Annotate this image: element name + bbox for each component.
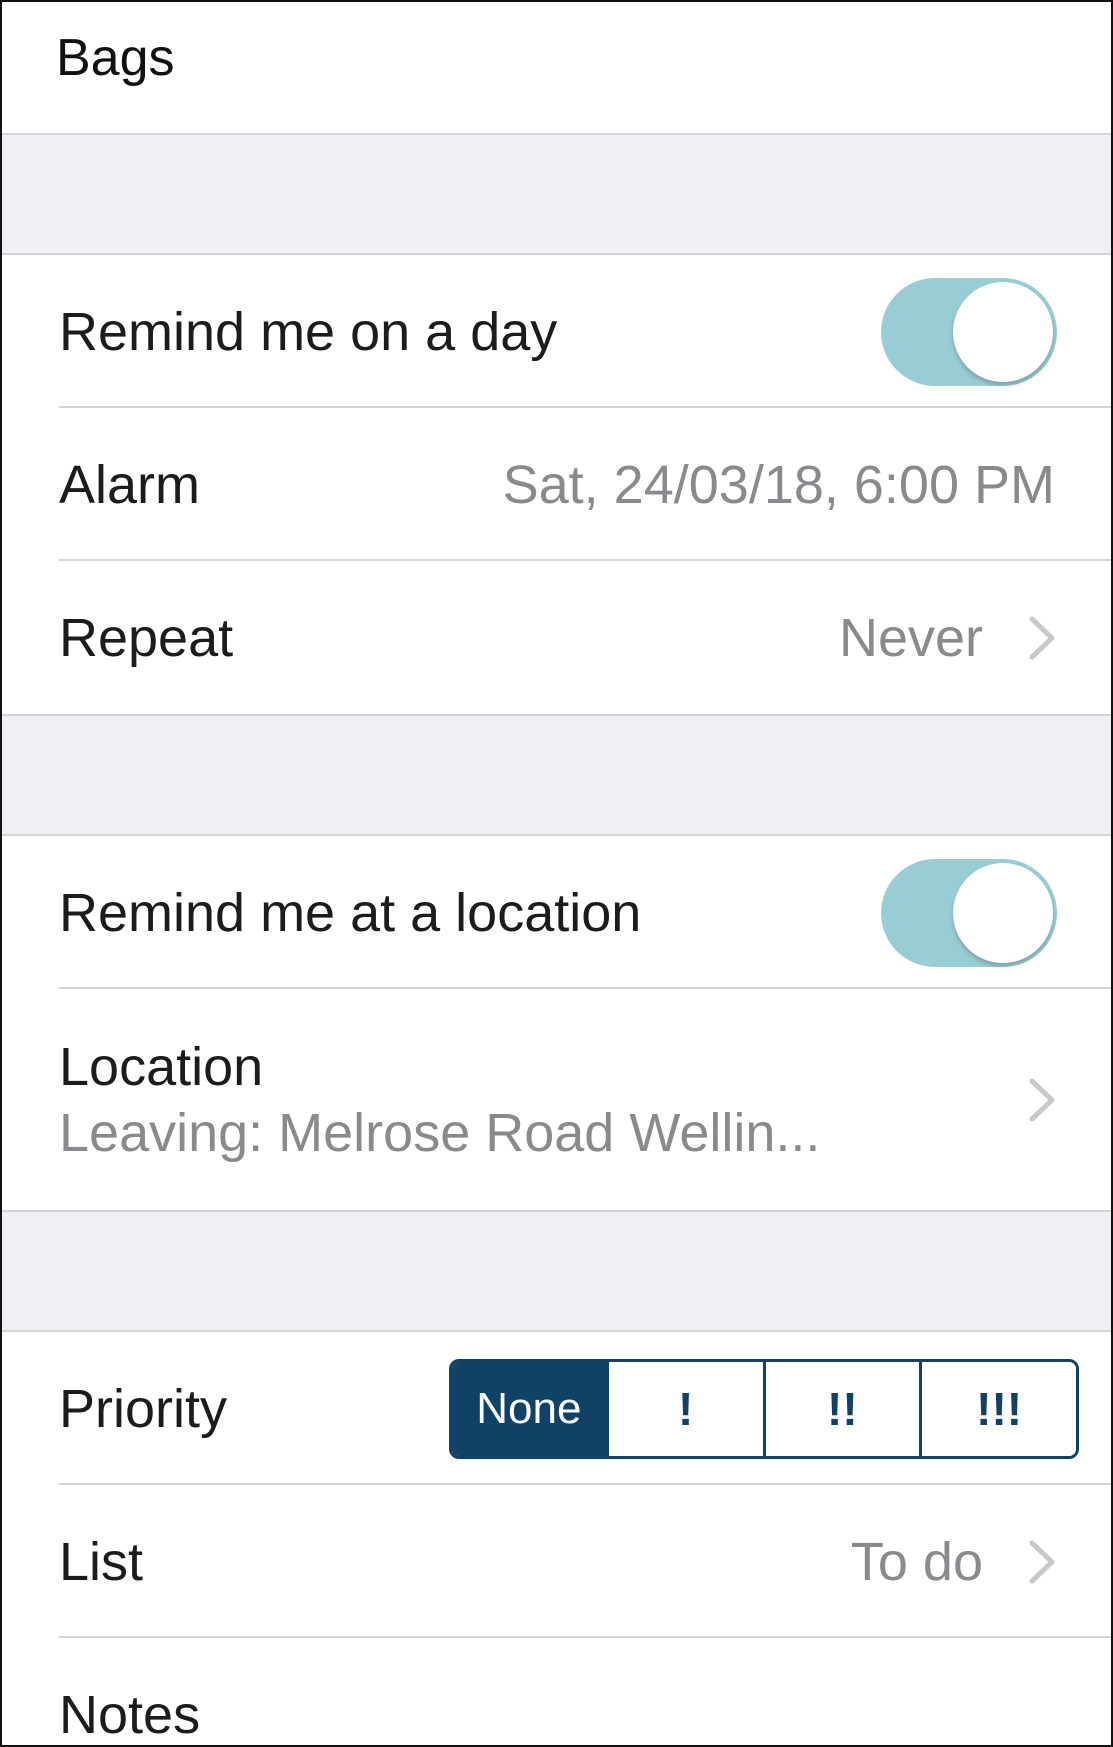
location-row[interactable]: Location Leaving: Melrose Road Wellin... [2, 989, 1111, 1210]
alarm-label: Alarm [59, 454, 201, 515]
section-gap [2, 714, 1111, 836]
remind-at-location-label: Remind me at a location [59, 882, 642, 943]
section-gap [2, 1210, 1111, 1332]
priority-label: Priority [59, 1378, 228, 1439]
reminder-details-screen: Bags Remind me on a day Alarm Sat, 24/03… [0, 0, 1113, 1747]
priority-low-segment[interactable]: ! [605, 1361, 763, 1456]
location-value: Leaving: Melrose Road Wellin... [59, 1102, 821, 1163]
priority-row: Priority None ! !! !!! [2, 1332, 1111, 1485]
alarm-row[interactable]: Alarm Sat, 24/03/18, 6:00 PM [2, 408, 1111, 561]
repeat-value: Never [838, 607, 983, 668]
list-row[interactable]: List To do [2, 1485, 1111, 1638]
chevron-right-icon [1003, 608, 1055, 668]
title-row[interactable]: Bags [2, 2, 1111, 133]
repeat-row[interactable]: Repeat Never [2, 561, 1111, 714]
list-value: To do [850, 1531, 983, 1592]
priority-medium-segment[interactable]: !! [762, 1361, 920, 1456]
section-gap [2, 133, 1111, 255]
priority-high-segment[interactable]: !!! [919, 1361, 1076, 1456]
toggle-knob [953, 862, 1053, 963]
location-text: Location Leaving: Melrose Road Wellin... [59, 1036, 983, 1164]
remind-on-day-row: Remind me on a day [2, 255, 1111, 408]
remind-on-day-label: Remind me on a day [59, 301, 558, 362]
remind-at-location-row: Remind me at a location [2, 836, 1111, 989]
notes-row[interactable]: Notes [2, 1638, 1111, 1745]
remind-at-location-toggle[interactable] [881, 858, 1057, 967]
remind-on-day-toggle[interactable] [881, 277, 1057, 386]
priority-none-segment[interactable]: None [452, 1361, 606, 1456]
toggle-knob [953, 281, 1053, 382]
chevron-right-icon [1003, 1070, 1055, 1130]
alarm-value: Sat, 24/03/18, 6:00 PM [502, 454, 1055, 515]
reminder-title[interactable]: Bags [56, 28, 175, 88]
notes-label: Notes [59, 1684, 201, 1745]
priority-segmented-control: None ! !! !!! [449, 1358, 1079, 1459]
location-label: Location [59, 1036, 264, 1097]
repeat-label: Repeat [59, 607, 234, 668]
list-label: List [59, 1531, 144, 1592]
chevron-right-icon [1003, 1532, 1055, 1592]
